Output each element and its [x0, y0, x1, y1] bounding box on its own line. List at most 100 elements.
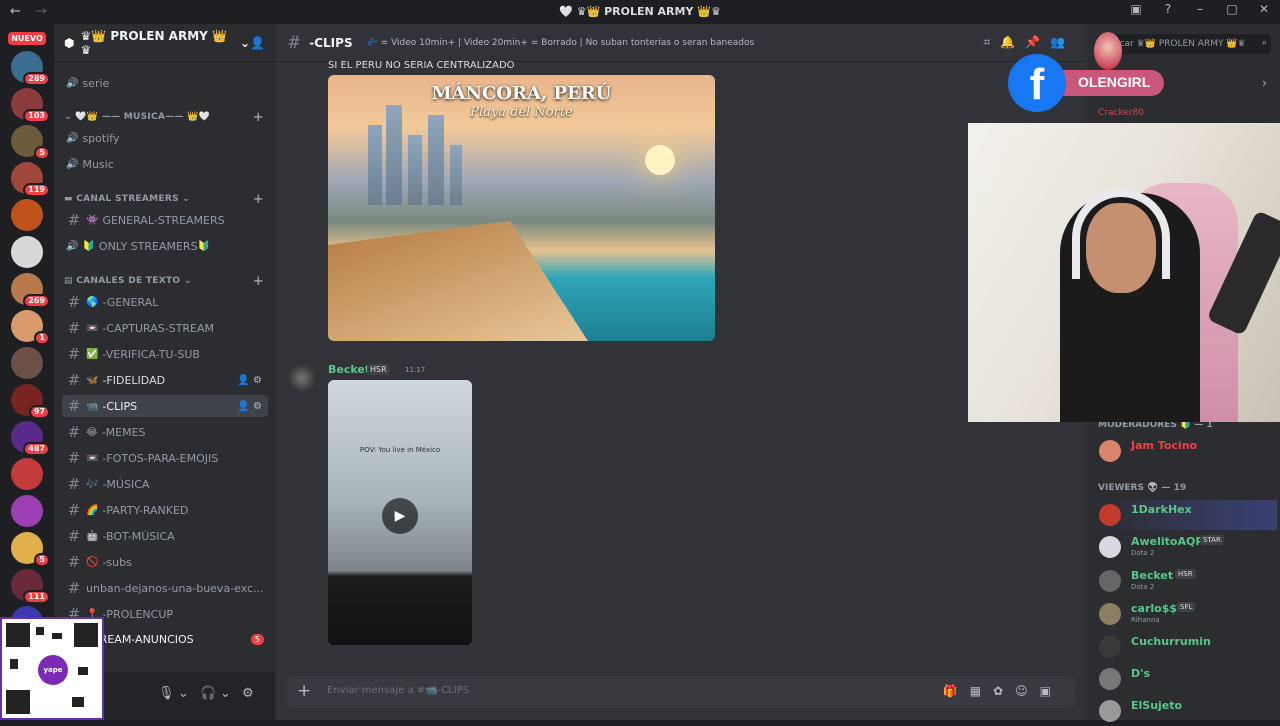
close-icon[interactable]: ✕ [1248, 2, 1280, 16]
channel-only-streamers[interactable]: 🔊 🔰 ONLY STREAMERS 🔰 [62, 235, 268, 257]
channel-subs[interactable]: # 🚫 -subs [62, 551, 268, 573]
add-user-icon[interactable]: 👤 [250, 36, 265, 50]
sun-graphic [645, 145, 675, 175]
shield-icon: ⬢ [64, 35, 75, 50]
channel-settings-icons[interactable]: 👤 ⚙ [237, 401, 262, 412]
member-item[interactable]: Cuchurrumin [1097, 632, 1277, 662]
search-input[interactable]: Buscar ♛👑 PROLEN ARMY 👑♛ ⌕ [1097, 34, 1271, 54]
member-item[interactable]: Becket HSR Dota 2 [1097, 566, 1277, 596]
channel-fotos[interactable]: # 📼 -FOTOS-PARA-EMOJIS [62, 447, 268, 469]
add-channel-icon[interactable]: + [253, 192, 264, 207]
channel-memes[interactable]: # 😂 -MEMES [62, 421, 268, 443]
server-icon[interactable]: 1 [11, 310, 50, 345]
member-item[interactable]: D's [1097, 664, 1277, 694]
image-title: MÁNCORA, PERÚ [431, 83, 612, 104]
composer-toolbar[interactable]: 🎁▦✿☺▣ [943, 684, 1063, 698]
maximize-icon[interactable]: □ [1216, 2, 1248, 16]
message-author[interactable]: Becket [328, 363, 370, 376]
channel-party[interactable]: # 🌈 -PARTY-RANKED [62, 499, 268, 521]
search-icon: ⌕ [1261, 38, 1267, 48]
add-channel-icon[interactable]: + [253, 110, 264, 125]
title-bar: ← → 🤍 ♛👑 PROLEN ARMY 👑♛ ▣ ? – □ ✕ [0, 0, 1280, 24]
channel-title: -CLIPS [309, 35, 353, 50]
server-list: NUEVO 289 103 5 119 269 1 97 487 5 111 [0, 24, 54, 720]
microphone-icon[interactable]: 🎙 [158, 686, 175, 701]
channel-header: # -CLIPS 💤 = Video 10min+ | Video 20min+… [275, 24, 1087, 62]
server-icon[interactable]: 97 [11, 384, 50, 419]
channel-capturas[interactable]: # 📼 -CAPTURAS-STREAM [62, 317, 268, 339]
speaker-icon: 🔊 [66, 132, 79, 144]
chevron-down-icon[interactable]: ⌄ [220, 686, 231, 701]
member-item[interactable]: AwelitoAQP STAR Dota 2 [1097, 532, 1277, 562]
minimize-icon[interactable]: – [1184, 2, 1216, 16]
gear-icon[interactable]: ⚙ [242, 686, 254, 701]
facebook-username: OLENGIRL [1052, 70, 1165, 96]
category-canales-texto[interactable]: ▤ CANALES DE TEXTO ⌄ + [64, 274, 264, 289]
image-subtitle: Playa del Norte [470, 105, 573, 120]
channel-music[interactable]: 🔊 Music [62, 153, 268, 175]
webcam-overlay [968, 123, 1280, 422]
beach-graphic [328, 221, 588, 341]
new-badge[interactable]: NUEVO [8, 32, 46, 45]
server-icon[interactable]: 119 [11, 162, 50, 197]
chevron-right-icon[interactable]: › [1262, 76, 1267, 90]
headphones-icon[interactable]: 🎧 [200, 686, 216, 701]
server-icon[interactable]: 5 [11, 532, 50, 567]
server-icon[interactable]: 289 [11, 51, 50, 86]
author-tag: HSR [367, 364, 390, 375]
channel-settings-icons[interactable]: 👤 ⚙ [237, 375, 262, 386]
qr-code: yape [0, 617, 104, 720]
facebook-icon: f [1008, 54, 1066, 112]
channel-general-streamers[interactable]: # 👾 GENERAL-STREAMERS [62, 209, 268, 231]
channel-bot[interactable]: # 🤖 -BOT-MÚSICA [62, 525, 268, 547]
server-icon[interactable]: 269 [11, 273, 50, 308]
speaker-icon: 🔊 [66, 158, 79, 170]
message-text: SI EL PERU NO SERIA CENTRALIZADO [328, 60, 515, 71]
chevron-down-icon[interactable]: ⌄ [178, 686, 189, 701]
server-icon[interactable] [11, 458, 43, 490]
server-name: ♛👑 PROLEN ARMY 👑♛ [80, 28, 227, 57]
composer-placeholder: Enviar mensaje a #📹-CLIPS [327, 685, 470, 696]
play-icon[interactable]: ▶ [382, 498, 418, 534]
server-icon[interactable] [11, 199, 43, 231]
chat-area: # -CLIPS 💤 = Video 10min+ | Video 20min+… [275, 24, 1087, 720]
add-attachment-icon[interactable]: + [297, 681, 311, 701]
member-item[interactable]: carlo$$ SFL Rihanna [1097, 599, 1277, 629]
member-item[interactable]: ElSujeto [1097, 696, 1277, 726]
server-icon[interactable]: 5 [11, 125, 50, 160]
help-icon[interactable]: ? [1152, 2, 1184, 16]
message-timestamp: 11:17 [405, 366, 426, 374]
server-icon[interactable]: 111 [11, 569, 50, 604]
channel-musica[interactable]: # 🎶 -MÚSICA [62, 473, 268, 495]
window-title: 🤍 ♛👑 PROLEN ARMY 👑♛ [559, 5, 721, 18]
channel-fidelidad[interactable]: # 🦋 -FIDELIDAD 👤 ⚙ [62, 369, 268, 391]
member-item[interactable]: 1DarkHex [1097, 500, 1277, 530]
header-toolbar[interactable]: ⌗🔔📌👥 [983, 35, 1075, 50]
channel-general[interactable]: # 🌎 -GENERAL [62, 291, 268, 313]
yape-logo: yape [38, 655, 68, 685]
server-icon[interactable] [11, 347, 43, 379]
avatar[interactable] [288, 364, 316, 392]
inbox-icon[interactable]: ▣ [1120, 2, 1152, 16]
video-attachment[interactable]: POV: You live in México ▶ [328, 380, 472, 645]
channel-unban[interactable]: # unban-dejanos-una-bueva-exc... [62, 577, 268, 599]
category-musica[interactable]: ⌄ 🤍👑 —— MUSICA—— 👑🤍 + [64, 110, 264, 125]
channel-verifica[interactable]: # ✅ -VERIFICA-TU-SUB [62, 343, 268, 365]
speaker-icon: 🔊 [66, 77, 79, 89]
server-header[interactable]: ⬢ ♛👑 PROLEN ARMY 👑♛ ⌄ 👤 [54, 24, 275, 62]
server-icon[interactable] [11, 236, 43, 268]
channel-clips[interactable]: # 📹 -CLIPS 👤 ⚙ [62, 395, 268, 417]
add-channel-icon[interactable]: + [253, 274, 264, 289]
message-composer[interactable]: + Enviar mensaje a #📹-CLIPS 🎁▦✿☺▣ [287, 676, 1075, 708]
channel-spotify[interactable]: 🔊 spotify [62, 127, 268, 149]
member-item[interactable]: Jam Tocino [1097, 436, 1277, 466]
channel-topic[interactable]: 💤 = Video 10min+ | Video 20min+ = Borrad… [367, 38, 755, 48]
message-image[interactable]: MÁNCORA, PERÚ Playa del Norte [328, 75, 715, 341]
server-icon[interactable] [11, 495, 43, 527]
server-icon[interactable]: 487 [11, 421, 50, 456]
channel-serie[interactable]: 🔊 serie [62, 72, 268, 94]
category-canal-streamers[interactable]: ▬ CANAL STREAMERS ⌄ + [64, 192, 264, 207]
facebook-badge: f OLENGIRL [1008, 54, 1165, 112]
server-icon[interactable]: 103 [11, 88, 50, 123]
section-viewers: VIEWERS 👽 — 19 [1098, 483, 1187, 493]
